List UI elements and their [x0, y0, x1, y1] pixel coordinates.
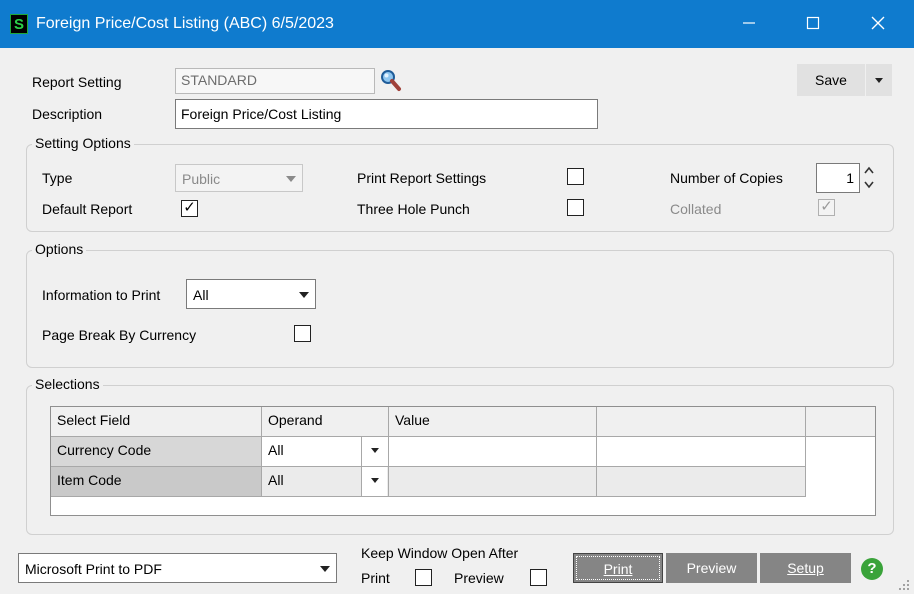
- keep-open-print-label: Print: [361, 570, 390, 586]
- column-header-operand[interactable]: Operand: [262, 407, 389, 437]
- print-report-settings-checkbox[interactable]: [567, 168, 584, 185]
- info-to-print-dropdown[interactable]: All: [186, 279, 316, 309]
- info-to-print-label: Information to Print: [42, 287, 161, 303]
- maximize-icon: [806, 16, 820, 30]
- save-button[interactable]: Save: [797, 64, 865, 96]
- chevron-down-icon: [299, 292, 309, 298]
- close-icon: [871, 16, 885, 30]
- minimize-button[interactable]: [726, 0, 772, 48]
- column-header-filler: [806, 407, 875, 437]
- collated-checkbox[interactable]: ✓: [818, 199, 835, 216]
- column-header-value[interactable]: Value: [389, 407, 597, 437]
- close-button[interactable]: [855, 0, 901, 48]
- number-of-copies-label: Number of Copies: [670, 170, 783, 186]
- chevron-down-icon: [875, 78, 883, 83]
- collated-label: Collated: [670, 201, 722, 217]
- spinner-arrows-icon: [864, 166, 874, 189]
- report-setting-label: Report Setting: [32, 74, 122, 90]
- help-icon[interactable]: ?: [861, 558, 883, 580]
- resize-grip-dots: [899, 580, 909, 590]
- keep-open-preview-label: Preview: [454, 570, 504, 586]
- table-row-item-code-field: Item Code: [51, 467, 262, 497]
- chevron-down-icon: [286, 176, 296, 182]
- selections-title: Selections: [32, 376, 103, 392]
- description-label: Description: [32, 106, 103, 122]
- minimize-icon: [743, 22, 755, 24]
- keep-open-print-checkbox[interactable]: [415, 569, 432, 586]
- table-row-item-code-operand[interactable]: All: [262, 467, 389, 497]
- keep-open-preview-checkbox[interactable]: [530, 569, 547, 586]
- page-break-checkbox[interactable]: [294, 325, 311, 342]
- table-row-item-code-extra[interactable]: [597, 467, 806, 497]
- type-label: Type: [42, 170, 73, 186]
- three-hole-punch-checkbox[interactable]: [567, 199, 584, 216]
- window-title: Foreign Price/Cost Listing (ABC) 6/5/202…: [36, 15, 334, 32]
- print-report-settings-label: Print Report Settings: [357, 170, 487, 186]
- default-report-label: Default Report: [42, 201, 133, 217]
- options-group: [26, 250, 894, 368]
- search-icon: [381, 70, 401, 91]
- chevron-down-icon[interactable]: [361, 467, 387, 496]
- selections-grid: Select Field Operand Value Currency Code…: [50, 406, 876, 516]
- number-of-copies-field[interactable]: 1: [816, 163, 860, 193]
- title-bar: S Foreign Price/Cost Listing (ABC) 6/5/2…: [0, 0, 914, 48]
- lookup-button[interactable]: [378, 68, 404, 94]
- keep-window-open-label: Keep Window Open After: [361, 545, 519, 561]
- resize-grip-icon[interactable]: [898, 578, 910, 590]
- table-row-currency-code-field: Currency Code: [51, 437, 262, 467]
- printer-dropdown[interactable]: Microsoft Print to PDF: [18, 553, 337, 583]
- print-button[interactable]: Print: [573, 553, 663, 583]
- sage-app-icon: S: [10, 14, 28, 34]
- save-menu-button[interactable]: [866, 64, 892, 96]
- preview-button[interactable]: Preview: [666, 553, 757, 583]
- three-hole-punch-label: Three Hole Punch: [357, 201, 470, 217]
- report-setting-field[interactable]: STANDARD: [175, 68, 375, 94]
- copies-spinner[interactable]: [862, 163, 876, 193]
- setup-button[interactable]: Setup: [760, 553, 851, 583]
- default-report-checkbox[interactable]: ✓: [181, 200, 198, 217]
- description-field[interactable]: Foreign Price/Cost Listing: [175, 99, 598, 129]
- table-row-currency-code-extra[interactable]: [597, 437, 806, 467]
- options-title: Options: [32, 241, 87, 257]
- table-row-currency-code-value[interactable]: [389, 437, 597, 467]
- page-break-label: Page Break By Currency: [42, 327, 197, 343]
- setting-options-title: Setting Options: [32, 135, 134, 151]
- table-row-item-code-value[interactable]: [389, 467, 597, 497]
- type-dropdown[interactable]: Public: [175, 164, 303, 192]
- chevron-down-icon[interactable]: [361, 437, 387, 466]
- setting-options-group: [26, 144, 894, 232]
- column-header-blank: [597, 407, 806, 437]
- column-header-select-field[interactable]: Select Field: [51, 407, 262, 437]
- table-row-currency-code-operand[interactable]: All: [262, 437, 389, 467]
- maximize-button[interactable]: [790, 0, 836, 48]
- chevron-down-icon: [320, 566, 330, 572]
